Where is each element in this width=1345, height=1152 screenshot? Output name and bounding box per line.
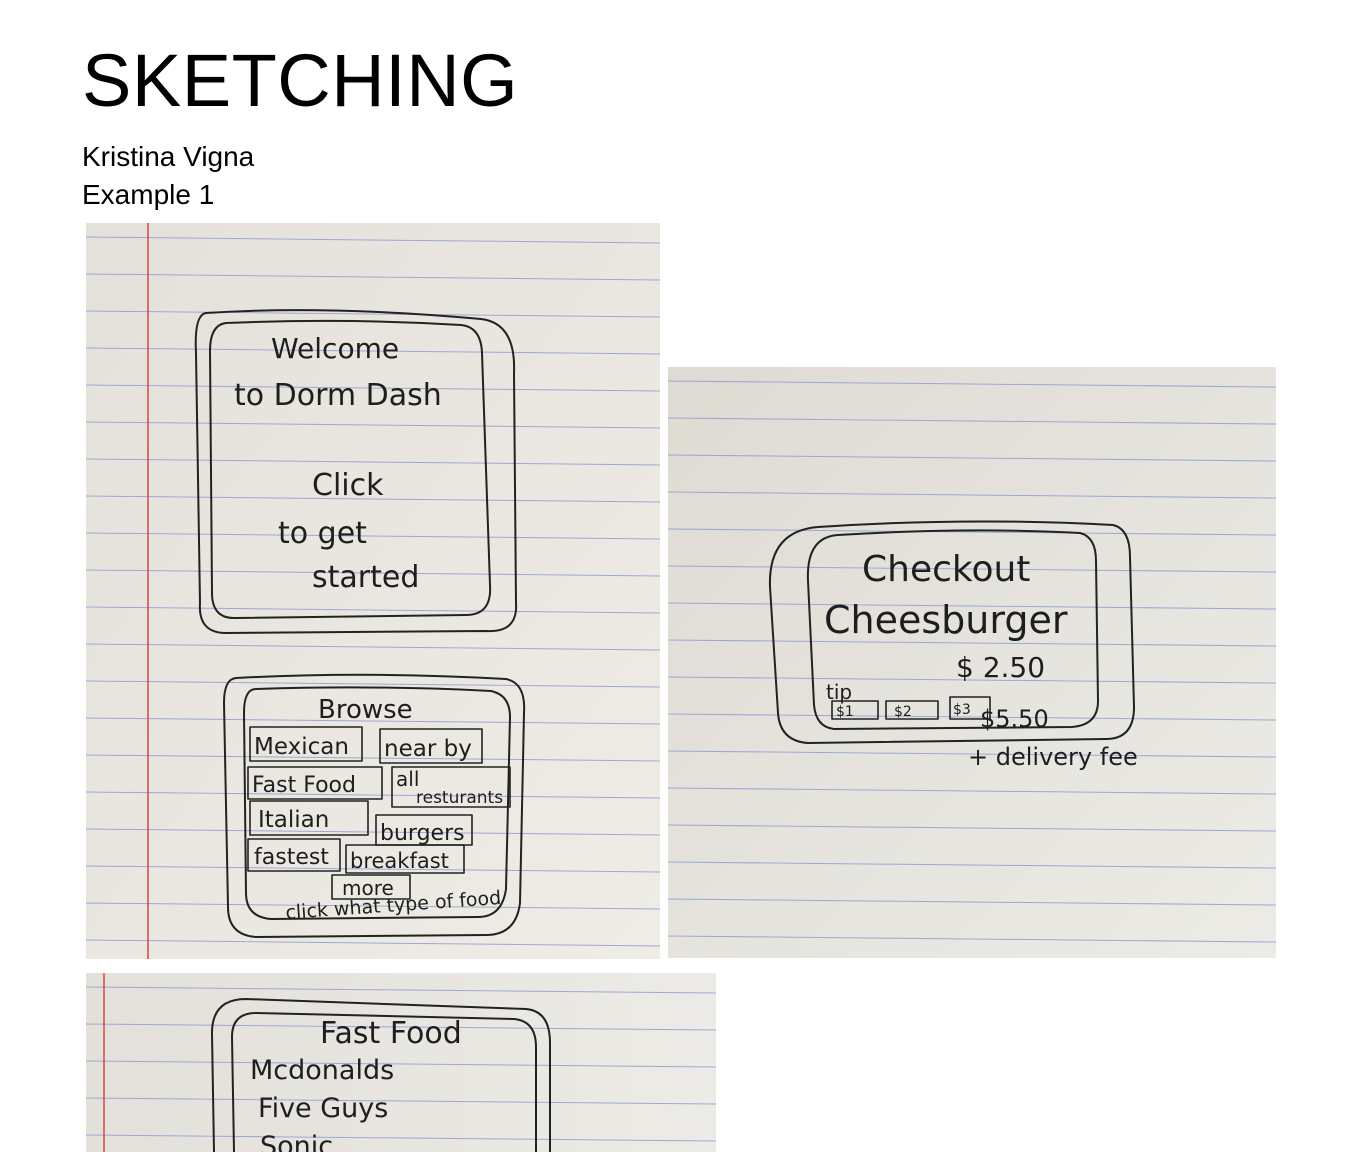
paper-background — [86, 973, 716, 1152]
browse-option-breakfast: breakfast — [350, 849, 449, 873]
sketch-photo-fast-food: Fast Food Mcdonalds Five Guys Sonic — [86, 973, 716, 1152]
tip-option-2: $2 — [894, 704, 912, 720]
browse-option-fastest: fastest — [254, 845, 329, 870]
sketch-welcome-browse-drawing: Welcome to Dorm Dash Click to get starte… — [86, 223, 660, 959]
welcome-line1: Welcome — [271, 332, 399, 365]
checkout-price: $ 2.50 — [956, 651, 1045, 684]
welcome-line5: started — [312, 560, 419, 595]
browse-option-nearby: near by — [384, 736, 472, 762]
sketch-photo-welcome-browse: Welcome to Dorm Dash Click to get starte… — [86, 223, 660, 959]
fast-food-item-2: Five Guys — [258, 1093, 388, 1124]
sketch-photo-checkout: Checkout Cheesburger $ 2.50 tip $1 $2 $3… — [668, 367, 1276, 958]
checkout-title: Checkout — [862, 549, 1030, 590]
browse-option-mexican: Mexican — [254, 734, 349, 760]
welcome-line2: to Dorm Dash — [234, 378, 442, 413]
browse-option-burgers: burgers — [380, 821, 465, 846]
author-name: Kristina Vigna — [82, 141, 255, 172]
browse-option-restaurants: resturants — [416, 788, 503, 808]
sketch-fast-food-drawing: Fast Food Mcdonalds Five Guys Sonic — [86, 973, 716, 1152]
browse-option-italian: Italian — [258, 807, 329, 833]
tip-option-3: $3 — [953, 702, 971, 718]
welcome-line4: to get — [278, 516, 367, 551]
example-label: Example 1 — [82, 179, 215, 210]
browse-option-fastfood: Fast Food — [252, 773, 356, 798]
fast-food-item-3: Sonic — [260, 1131, 333, 1152]
welcome-line3: Click — [312, 468, 384, 503]
checkout-total: $5.50 — [980, 705, 1049, 733]
checkout-delivery-note: + delivery fee — [968, 743, 1138, 771]
checkout-item: Cheesburger — [824, 598, 1068, 642]
fast-food-item-1: Mcdonalds — [250, 1055, 394, 1086]
document-title: SKETCHING — [82, 39, 519, 122]
fast-food-title: Fast Food — [320, 1016, 462, 1051]
tip-option-1: $1 — [836, 704, 854, 720]
sketch-checkout-drawing: Checkout Cheesburger $ 2.50 tip $1 $2 $3… — [668, 367, 1276, 958]
browse-title: Browse — [318, 695, 413, 725]
